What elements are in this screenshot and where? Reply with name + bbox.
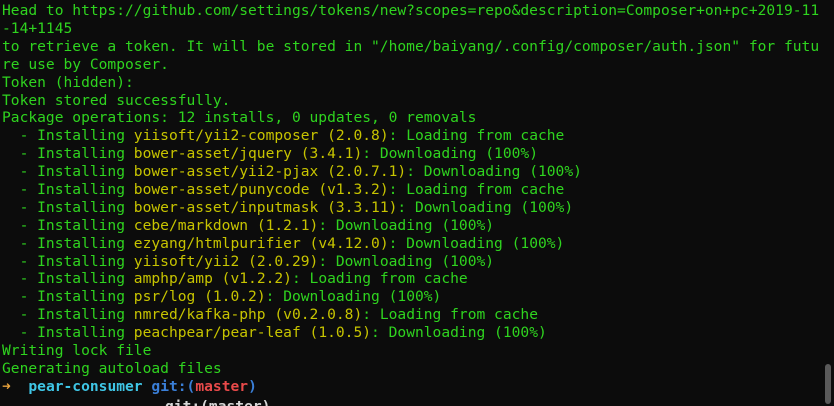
prompt-branch: master [195, 377, 249, 395]
prompt-arrow-icon: ➜ [2, 377, 11, 395]
output-line-generating-autoload: Generating autoload files [2, 359, 222, 377]
output-line-token-url: Head to https://github.com/settings/toke… [2, 2, 820, 37]
install-line: - Installing bower-asset/jquery (3.4.1):… [2, 145, 538, 163]
install-line: - Installing yiisoft/yii2 (2.0.29): Down… [2, 252, 495, 270]
output-line-token-hidden: Token (hidden): [2, 73, 134, 91]
prompt-directory: pear-consumer [28, 377, 143, 395]
install-line: - Installing bower-asset/punycode (v1.3.… [2, 180, 565, 198]
output-line-writing-lock: Writing lock file [2, 341, 152, 359]
prompt-git-label: git:( [151, 377, 196, 395]
output-line-package-operations: Package operations: 12 installs, 0 updat… [2, 109, 477, 127]
install-line: - Installing amphp/amp (v1.2.2): Loading… [2, 270, 468, 288]
install-line: - Installing nmred/kafka-php (v0.2.0.8):… [2, 306, 538, 324]
output-line-token-stored: Token stored successfully. [2, 91, 231, 109]
next-prompt-fragment: git:(master) [165, 398, 270, 406]
install-line: - Installing bower-asset/inputmask (3.3.… [2, 198, 574, 216]
install-line: - Installing ezyang/htmlpurifier (v4.12.… [2, 234, 565, 252]
install-line: - Installing peachpear/pear-leaf (1.0.5)… [2, 324, 547, 342]
install-line: - Installing bower-asset/yii2-pjax (2.0.… [2, 163, 582, 181]
shell-prompt[interactable]: ➜ pear-consumer git:(master) [2, 378, 820, 396]
install-line: - Installing yiisoft/yii2-composer (2.0.… [2, 127, 565, 145]
terminal-output[interactable]: Head to https://github.com/settings/toke… [2, 2, 820, 396]
prompt-git-close: ) [248, 377, 257, 395]
install-line: - Installing cebe/markdown (1.2.1): Down… [2, 216, 495, 234]
terminal-scrollbar[interactable] [825, 364, 831, 404]
output-line-token-storage: to retrieve a token. It will be stored i… [2, 37, 820, 73]
install-line: - Installing psr/log (1.0.2): Downloadin… [2, 288, 442, 306]
